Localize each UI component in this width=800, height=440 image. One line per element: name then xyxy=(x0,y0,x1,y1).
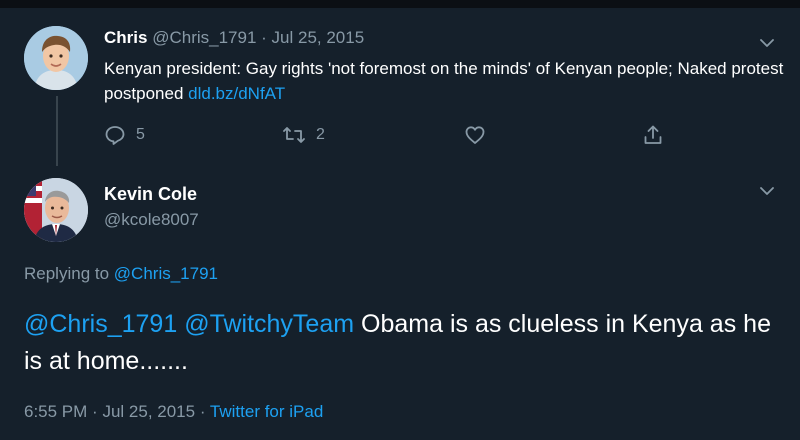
avatar-chris-image xyxy=(24,26,88,90)
replying-to: Replying to @Chris_1791 xyxy=(24,264,218,284)
reply-button[interactable]: 5 xyxy=(104,124,145,146)
chevron-down-icon[interactable] xyxy=(758,34,776,52)
author-name[interactable]: Kevin Cole xyxy=(104,184,197,205)
thread-connector xyxy=(56,96,58,166)
tweet-text: @Chris_1791 @TwitchyTeam Obama is as clu… xyxy=(24,306,784,380)
tweet-actions: 5 2 xyxy=(104,124,684,150)
top-bar xyxy=(0,0,800,8)
author-handle[interactable]: @Chris_1791 xyxy=(152,28,256,47)
tweet-date[interactable]: Jul 25, 2015 xyxy=(102,402,195,421)
separator-dot: · xyxy=(199,402,206,421)
separator-dot: · xyxy=(92,402,98,421)
tweet-source[interactable]: Twitter for iPad xyxy=(210,402,323,421)
tweet-date[interactable]: Jul 25, 2015 xyxy=(272,28,365,47)
avatar-kevin-image xyxy=(24,178,88,242)
replying-to-label: Replying to xyxy=(24,264,110,283)
replying-to-link[interactable]: @Chris_1791 xyxy=(114,264,218,283)
mention-link[interactable]: @Chris_1791 xyxy=(24,310,177,338)
retweet-button[interactable]: 2 xyxy=(282,124,325,146)
mention-link[interactable]: @TwitchyTeam xyxy=(184,310,354,338)
like-icon xyxy=(465,126,485,144)
avatar[interactable] xyxy=(24,26,88,90)
retweet-count: 2 xyxy=(316,126,325,143)
like-button[interactable] xyxy=(464,124,486,146)
reply-icon xyxy=(105,126,125,145)
tweet-link[interactable]: dld.bz/dNfAT xyxy=(188,84,285,103)
share-button[interactable] xyxy=(642,124,664,146)
separator-dot: · xyxy=(261,28,267,47)
avatar[interactable] xyxy=(24,178,88,242)
tweet-header: Chris @Chris_1791 · Jul 25, 2015 xyxy=(104,28,364,48)
retweet-icon xyxy=(283,127,305,143)
tweet-footer: 6:55 PM · Jul 25, 2015 · Twitter for iPa… xyxy=(24,402,323,422)
share-icon xyxy=(644,125,662,144)
author-handle[interactable]: @kcole8007 xyxy=(104,210,199,230)
tweet-time[interactable]: 6:55 PM xyxy=(24,402,87,421)
tweet-text: Kenyan president: Gay rights 'not foremo… xyxy=(104,56,784,106)
reply-count: 5 xyxy=(136,126,145,143)
chevron-down-icon[interactable] xyxy=(758,182,776,200)
author-name[interactable]: Chris xyxy=(104,28,147,47)
